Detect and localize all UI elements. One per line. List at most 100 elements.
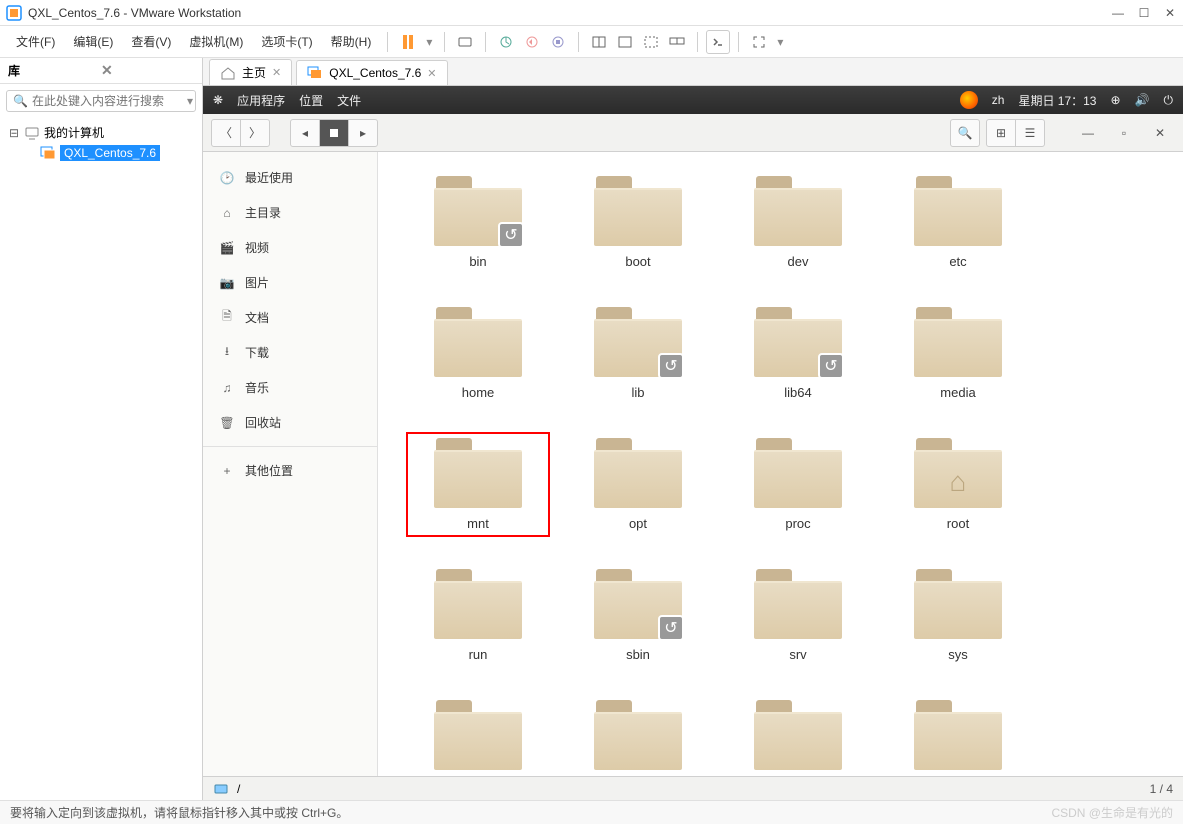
folder-boot[interactable]: boot [568, 172, 708, 273]
snapshot-manager-button[interactable] [546, 30, 570, 54]
console-button[interactable] [706, 30, 730, 54]
library-search[interactable]: 🔍 ▾ [6, 90, 196, 112]
download-icon: ⭳ [219, 345, 235, 361]
path-forward-button[interactable]: ▸ [348, 119, 378, 147]
folder-icon: ↺ [594, 569, 682, 639]
volume-icon[interactable]: 🔊 [1135, 93, 1150, 107]
power-icon[interactable]: ⏻ [1164, 93, 1174, 108]
tab-home-close[interactable]: ✕ [272, 66, 281, 79]
library-panel: 库 ✕ 🔍 ▾ ⊟ 我的计算机 QXL_Centos_7.6 [0, 58, 203, 800]
fm-search-button[interactable]: 🔍 [950, 119, 980, 147]
folder-dev[interactable]: dev [728, 172, 868, 273]
fm-file-grid: ↺binbootdevetc home ↺lib↺lib64media mntoptp… [378, 152, 1183, 776]
maximize-button[interactable]: ☐ [1137, 6, 1151, 20]
view-icons-button[interactable]: ⊞ [986, 119, 1016, 147]
vm-tab-icon [307, 65, 323, 81]
power-dropdown[interactable]: ▾ [422, 30, 436, 54]
menu-edit[interactable]: 编辑(E) [65, 29, 121, 54]
library-search-input[interactable] [32, 94, 187, 108]
view-unity-button[interactable] [639, 30, 663, 54]
folder-lib64[interactable]: ↺lib64 [728, 303, 868, 404]
folder-root[interactable]: ⌂root [888, 434, 1028, 535]
folder-icon [914, 569, 1002, 639]
watermark: CSDN @生命是有光的 [1051, 804, 1173, 821]
tab-vm[interactable]: QXL_Centos_7.6 ✕ [296, 60, 447, 85]
guest-lang[interactable]: zh [992, 93, 1005, 107]
guest-menu-places[interactable]: 位置 [299, 92, 323, 109]
folder-icon [434, 569, 522, 639]
folder-item[interactable] [888, 696, 1028, 776]
folder-srv[interactable]: srv [728, 565, 868, 666]
guest-menu-apps[interactable]: 应用程序 [237, 92, 285, 109]
folder-run[interactable]: run [408, 565, 548, 666]
pause-button[interactable] [396, 30, 420, 54]
nav-forward-button[interactable]: 〉 [240, 119, 270, 147]
folder-item[interactable] [568, 696, 708, 776]
menu-tabs[interactable]: 选项卡(T) [253, 29, 320, 54]
menu-vm[interactable]: 虚拟机(M) [181, 29, 251, 54]
side-other[interactable]: +其他位置 [203, 453, 377, 488]
guest-close-button[interactable]: ✕ [1145, 119, 1175, 147]
side-downloads[interactable]: ⭳下载 [203, 335, 377, 370]
view-multimon-button[interactable] [665, 30, 689, 54]
tab-vm-close[interactable]: ✕ [427, 67, 436, 80]
plus-icon: + [219, 463, 235, 479]
folder-icon: ↺ [594, 307, 682, 377]
guest-minimize-button[interactable]: — [1073, 119, 1103, 147]
tree-root-my-computer[interactable]: ⊟ 我的计算机 [8, 122, 194, 143]
guest-maximize-button[interactable]: ▫ [1109, 119, 1139, 147]
path-back-button[interactable]: ◂ [290, 119, 320, 147]
guest-datetime[interactable]: 星期日 17：13 [1018, 92, 1096, 109]
view-list-button[interactable]: ☰ [1015, 119, 1045, 147]
snapshot-button[interactable] [494, 30, 518, 54]
library-close-button[interactable]: ✕ [101, 62, 194, 79]
search-dropdown-icon[interactable]: ▾ [187, 94, 193, 108]
folder-item[interactable] [408, 696, 548, 776]
view-single-button[interactable] [587, 30, 611, 54]
tree-vm-item[interactable]: QXL_Centos_7.6 [8, 143, 194, 163]
computer-icon [24, 125, 40, 141]
status-hint: 要将输入定向到该虚拟机，请将鼠标指针移入其中或按 Ctrl+G。 [10, 804, 1051, 821]
folder-icon [754, 176, 842, 246]
tab-home[interactable]: 主页 ✕ [209, 59, 292, 85]
vmware-app-icon [6, 5, 22, 21]
nav-back-button[interactable]: 〈 [211, 119, 241, 147]
side-pictures[interactable]: 📷图片 [203, 265, 377, 300]
side-trash[interactable]: 🗑回收站 [203, 405, 377, 440]
guest-menu-files[interactable]: 文件 [337, 92, 361, 109]
snapshot-revert-button[interactable] [520, 30, 544, 54]
folder-label: home [462, 385, 495, 400]
side-music[interactable]: ♫音乐 [203, 370, 377, 405]
folder-etc[interactable]: etc [888, 172, 1028, 273]
folder-home[interactable]: home [408, 303, 548, 404]
folder-icon [434, 438, 522, 508]
close-button[interactable]: ✕ [1163, 6, 1177, 20]
send-ctrl-alt-del-button[interactable] [453, 30, 477, 54]
side-video[interactable]: 🎬视频 [203, 230, 377, 265]
folder-media[interactable]: media [888, 303, 1028, 404]
fullscreen-dropdown[interactable]: ▾ [773, 30, 787, 54]
menu-help[interactable]: 帮助(H) [323, 29, 380, 54]
path-root-button[interactable] [319, 119, 349, 147]
firefox-icon[interactable] [960, 91, 978, 109]
folder-proc[interactable]: proc [728, 434, 868, 535]
menu-view[interactable]: 查看(V) [123, 29, 179, 54]
folder-icon [914, 176, 1002, 246]
view-tile-button[interactable] [613, 30, 637, 54]
fullscreen-button[interactable] [747, 30, 771, 54]
minimize-button[interactable]: — [1111, 6, 1125, 20]
network-icon[interactable]: ⊕ [1110, 93, 1120, 107]
home-icon: ⌂ [219, 205, 235, 221]
folder-lib[interactable]: ↺lib [568, 303, 708, 404]
tree-collapse-icon[interactable]: ⊟ [8, 126, 20, 140]
folder-bin[interactable]: ↺bin [408, 172, 548, 273]
side-home[interactable]: ⌂主目录 [203, 195, 377, 230]
folder-mnt[interactable]: mnt [408, 434, 548, 535]
menu-file[interactable]: 文件(F) [8, 29, 63, 54]
side-documents[interactable]: 🗎文档 [203, 300, 377, 335]
folder-sbin[interactable]: ↺sbin [568, 565, 708, 666]
folder-opt[interactable]: opt [568, 434, 708, 535]
side-recent[interactable]: 🕑最近使用 [203, 160, 377, 195]
folder-item[interactable] [728, 696, 868, 776]
folder-sys[interactable]: sys [888, 565, 1028, 666]
